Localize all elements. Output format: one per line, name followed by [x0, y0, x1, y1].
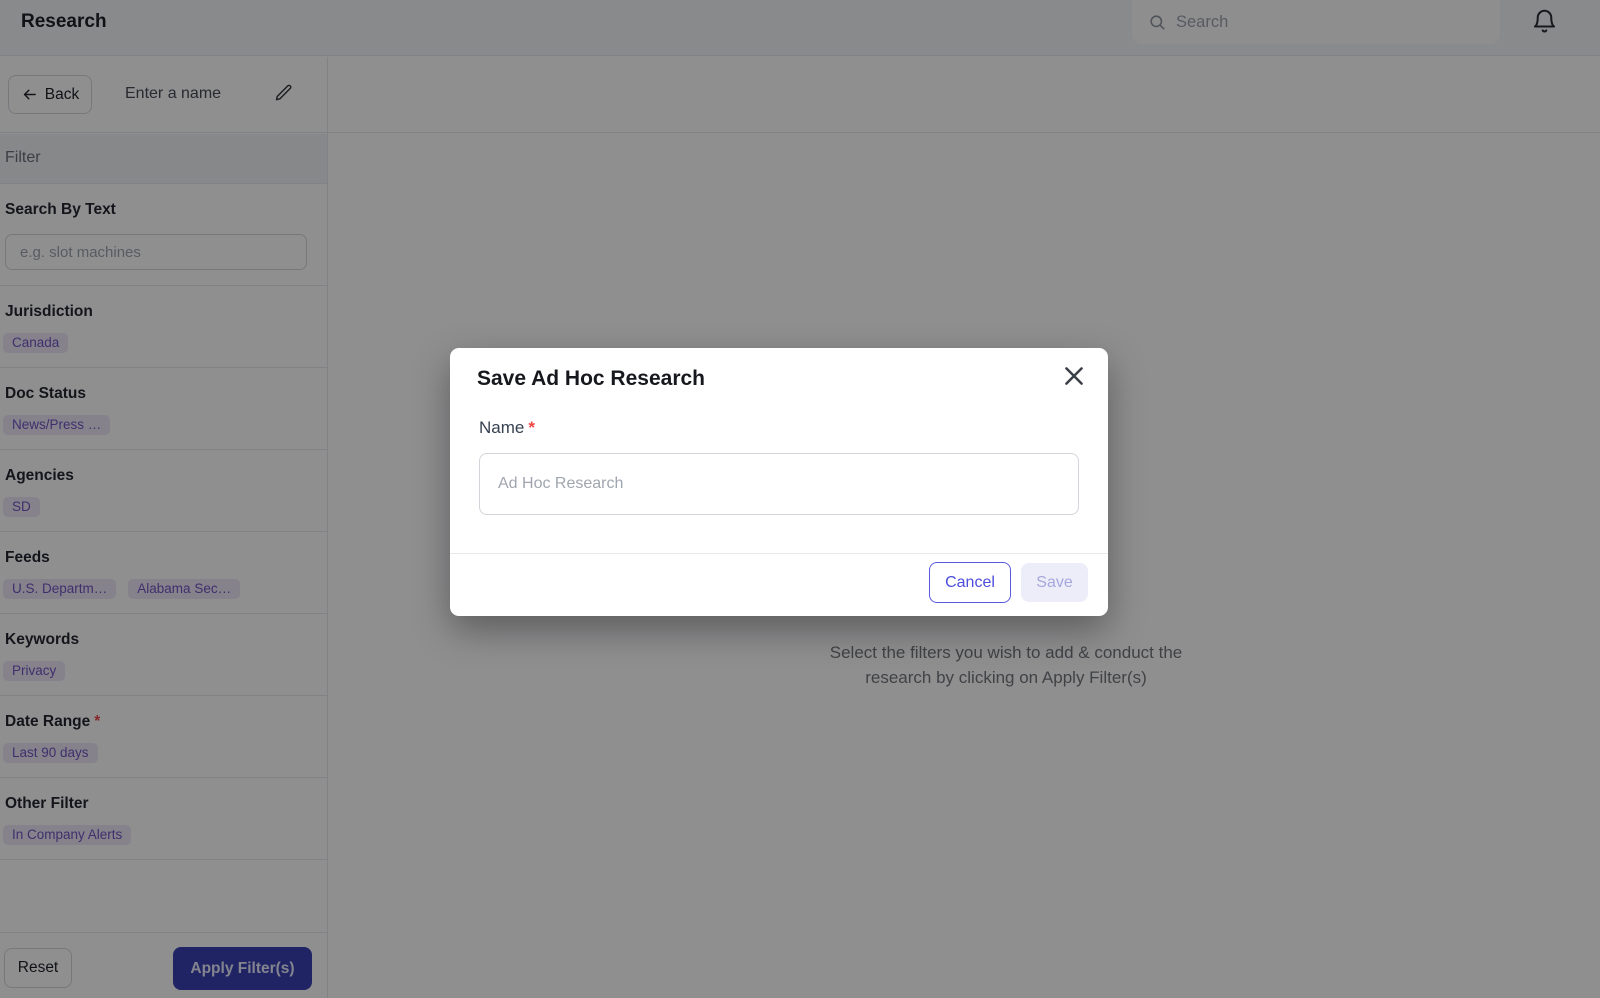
- research-name-input[interactable]: [479, 453, 1079, 515]
- close-dialog-button[interactable]: [1061, 363, 1089, 391]
- cancel-button[interactable]: Cancel: [929, 562, 1011, 603]
- save-button[interactable]: Save: [1021, 563, 1088, 602]
- close-icon: [1061, 363, 1087, 389]
- dialog-title: Save Ad Hoc Research: [477, 367, 705, 391]
- research-screen: Research Back Enter a name: [0, 0, 1600, 998]
- save-ad-hoc-research-dialog: Save Ad Hoc Research Name* Cancel Save: [450, 348, 1108, 616]
- name-field-label: Name*: [479, 418, 535, 438]
- dialog-footer-divider: [450, 553, 1108, 554]
- required-asterisk: *: [528, 418, 535, 437]
